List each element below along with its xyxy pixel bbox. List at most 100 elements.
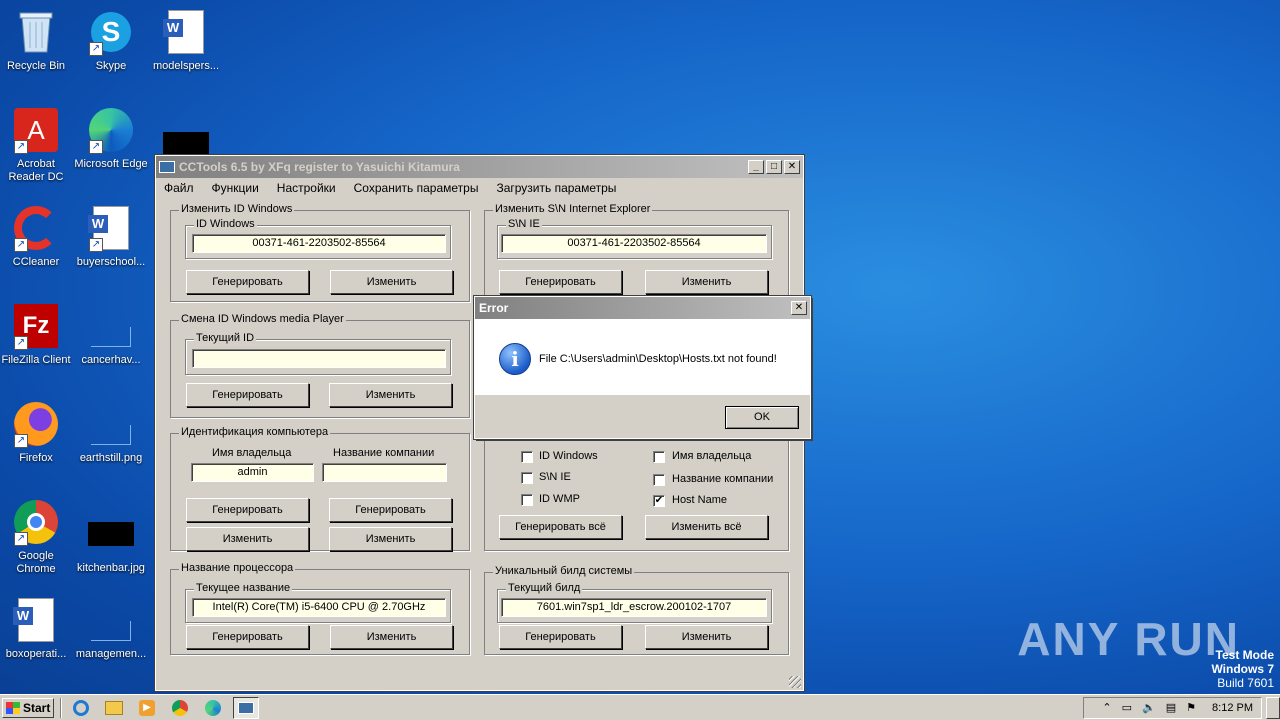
checkbox-company-name[interactable]	[653, 474, 665, 486]
network-status-icon[interactable]: ▤	[1166, 701, 1176, 714]
image-icon	[87, 400, 135, 448]
volume-icon[interactable]: 🔈	[1142, 701, 1156, 714]
group-computer-id: Идентификация компьютера Имя владельца Н…	[170, 426, 470, 551]
desktop-icon-boxoperati[interactable]: W boxoperati...	[0, 596, 74, 661]
ie-sn-generate-button[interactable]: Генерировать	[499, 270, 622, 294]
menu-settings[interactable]: Настройки	[277, 181, 336, 195]
ie-taskbar-icon[interactable]	[68, 697, 94, 719]
cctools-taskbar-button[interactable]	[233, 696, 259, 719]
desktop-icon-firefox[interactable]: ↗ Firefox	[0, 400, 74, 465]
maximize-button[interactable]: □	[766, 160, 782, 174]
company-name-field[interactable]	[322, 463, 447, 482]
desktop-icon-edge[interactable]: ↗ Microsoft Edge	[73, 106, 149, 171]
window-titlebar[interactable]: CCTools 6.5 by XFq register to Yasuichi …	[156, 156, 803, 178]
menu-file[interactable]: Файл	[164, 181, 194, 195]
media-player-taskbar-icon[interactable]: ▶	[134, 697, 160, 719]
owner-generate-button[interactable]: Генерировать	[186, 498, 309, 522]
checkbox-wmp-id[interactable]	[521, 494, 533, 506]
cpu-name-field[interactable]: Intel(R) Core(TM) i5-6400 CPU @ 2.70GHz	[192, 598, 446, 617]
firefox-icon: ↗	[12, 400, 60, 448]
checkbox-host-name-label: Host Name	[672, 494, 728, 506]
ie-sn-change-button[interactable]: Изменить	[645, 270, 768, 294]
wmp-change-button[interactable]: Изменить	[329, 383, 452, 407]
close-button[interactable]: ✕	[784, 160, 800, 174]
filezilla-icon: Fz ↗	[12, 302, 60, 350]
build-generate-button[interactable]: Генерировать	[499, 625, 622, 649]
edge-icon: ↗	[87, 106, 135, 154]
start-button[interactable]: Start	[2, 697, 54, 718]
desktop-icon-buyerschool[interactable]: W ↗ buyerschool...	[73, 204, 149, 269]
menu-bar: Файл Функции Настройки Сохранить парамет…	[156, 178, 803, 198]
menu-functions[interactable]: Функции	[212, 181, 259, 195]
error-close-button[interactable]: ✕	[791, 301, 807, 315]
action-center-flag-icon[interactable]: ⚑	[1186, 701, 1196, 714]
desktop-icon-ccleaner[interactable]: ↗ CCleaner	[0, 204, 74, 269]
ie-sn-field[interactable]: 00371-461-2203502-85564	[501, 234, 767, 253]
windows-id-generate-button[interactable]: Генерировать	[186, 270, 309, 294]
window-title: CCTools 6.5 by XFq register to Yasuichi …	[179, 160, 460, 174]
app-icon	[159, 161, 175, 173]
error-dialog-title: Error	[479, 301, 509, 315]
skype-icon: S ↗	[87, 8, 135, 56]
generate-all-button[interactable]: Генерировать всё	[499, 515, 622, 539]
ok-button[interactable]: OK	[725, 406, 799, 429]
group-windows-id: Изменить ID Windows ID Windows 00371-461…	[170, 203, 470, 302]
acrobat-icon: A ↗	[12, 106, 60, 154]
menu-load-params[interactable]: Загрузить параметры	[496, 181, 616, 195]
owner-change-button[interactable]: Изменить	[186, 527, 309, 551]
company-name-label: Название компании	[333, 447, 435, 459]
desktop-icon-kitchenbar[interactable]: kitchenbar.jpg	[73, 510, 149, 575]
chrome-icon: ↗	[12, 498, 60, 546]
file-icon	[87, 596, 135, 644]
company-generate-button[interactable]: Генерировать	[329, 498, 452, 522]
error-dialog-titlebar[interactable]: Error ✕	[475, 297, 810, 319]
checkbox-ie-sn[interactable]	[521, 472, 533, 484]
explorer-taskbar-icon[interactable]	[101, 697, 127, 719]
file-icon	[87, 302, 135, 350]
owner-name-field[interactable]: admin	[191, 463, 314, 482]
checkbox-windows-id-label: ID Windows	[539, 450, 598, 462]
word-doc-icon: W ↗	[87, 204, 135, 252]
checkbox-owner-name-label: Имя владельца	[672, 450, 752, 462]
cpu-generate-button[interactable]: Генерировать	[186, 625, 309, 649]
checkbox-host-name[interactable]: ✔	[653, 495, 665, 507]
desktop-icon-cancerhav[interactable]: cancerhav...	[73, 302, 149, 367]
subgroup-cpu: Текущее название Intel(R) Core(TM) i5-64…	[185, 582, 451, 623]
windows-id-field[interactable]: 00371-461-2203502-85564	[192, 234, 446, 253]
checkbox-windows-id[interactable]	[521, 451, 533, 463]
wmp-id-field[interactable]	[192, 349, 446, 368]
change-all-button[interactable]: Изменить всё	[645, 515, 768, 539]
build-field[interactable]: 7601.win7sp1_ldr_escrow.200102-1707	[501, 598, 767, 617]
wmp-generate-button[interactable]: Генерировать	[186, 383, 309, 407]
cpu-change-button[interactable]: Изменить	[330, 625, 453, 649]
group-wmp-id: Смена ID Windows media Player Текущий ID…	[170, 313, 470, 418]
image-icon	[87, 510, 135, 558]
owner-name-label: Имя владельца	[212, 447, 292, 459]
info-icon: i	[499, 343, 531, 375]
desktop-icon-acrobat[interactable]: A ↗ Acrobat Reader DC	[0, 106, 74, 184]
clock[interactable]: 8:12 PM	[1212, 702, 1253, 714]
edge-taskbar-icon[interactable]	[200, 697, 226, 719]
desktop-icon-filezilla[interactable]: Fz ↗ FileZilla Client	[0, 302, 74, 367]
desktop-icon-recycle-bin[interactable]: Recycle Bin	[0, 8, 74, 73]
build-change-button[interactable]: Изменить	[645, 625, 768, 649]
desktop-icon-chrome[interactable]: ↗ Google Chrome	[0, 498, 74, 576]
chrome-taskbar-icon[interactable]	[167, 697, 193, 719]
system-tray: ⌃ ▭ 🔈 ▤ ⚑ 8:12 PM	[1083, 696, 1262, 719]
menu-save-params[interactable]: Сохранить параметры	[354, 181, 479, 195]
desktop-icon-earthstill[interactable]: earthstill.png	[73, 400, 149, 465]
desktop-icon-modelspers[interactable]: W modelspers...	[148, 8, 224, 73]
desktop-icon-skype[interactable]: S ↗ Skype	[73, 8, 149, 73]
show-desktop-button[interactable]	[1266, 696, 1280, 719]
anyrun-watermark: ANY RUN	[1017, 613, 1240, 665]
resize-grip-icon[interactable]	[789, 676, 801, 688]
recycle-bin-icon	[12, 8, 60, 56]
checkbox-owner-name[interactable]	[653, 451, 665, 463]
company-change-button[interactable]: Изменить	[329, 527, 452, 551]
minimize-button[interactable]: _	[748, 160, 764, 174]
network-icon[interactable]: ▭	[1122, 701, 1132, 714]
tray-expand-icon[interactable]: ⌃	[1102, 701, 1111, 714]
error-dialog: Error ✕ i File C:\Users\admin\Desktop\Ho…	[473, 295, 812, 440]
windows-id-change-button[interactable]: Изменить	[330, 270, 453, 294]
desktop-icon-managemen[interactable]: managemen...	[73, 596, 149, 661]
